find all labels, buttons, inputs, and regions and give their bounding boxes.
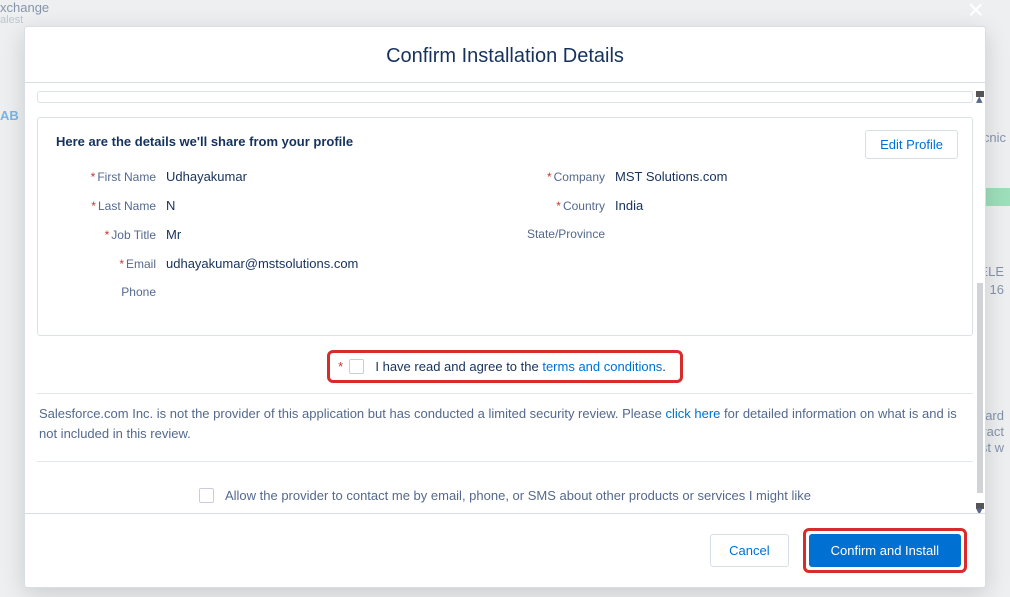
details-heading: Here are the details we'll share from yo…	[56, 134, 954, 149]
required-icon: *	[338, 359, 343, 374]
terms-text-prefix: I have read and agree to the	[375, 359, 542, 374]
value-job-title: Mr	[166, 227, 181, 242]
modal-title: Confirm Installation Details	[25, 45, 985, 68]
close-icon[interactable]: ×	[968, 0, 984, 26]
divider	[37, 461, 973, 462]
security-disclaimer: Salesforce.com Inc. is not the provider …	[37, 404, 973, 443]
field-last-name: *Last Name N	[56, 198, 505, 213]
field-state: State/Province	[505, 227, 954, 241]
scroll-down-icon[interactable]: ▾	[976, 503, 984, 509]
confirm-install-button[interactable]: Confirm and Install	[809, 534, 961, 567]
value-email: udhayakumar@mstsolutions.com	[166, 256, 358, 271]
terms-highlight-box: * I have read and agree to the terms and…	[327, 350, 683, 383]
profile-details-card: Here are the details we'll share from yo…	[37, 117, 973, 336]
value-company: MST Solutions.com	[615, 169, 727, 184]
edit-profile-button[interactable]: Edit Profile	[865, 130, 958, 159]
terms-row: * I have read and agree to the terms and…	[37, 350, 973, 383]
terms-link[interactable]: terms and conditions	[542, 359, 662, 374]
field-first-name: *First Name Udhayakumar	[56, 169, 505, 184]
allow-contact-row: Allow the provider to contact me by emai…	[37, 488, 973, 503]
confirm-highlight-box: Confirm and Install	[803, 528, 967, 573]
field-job-title: *Job Title Mr	[56, 227, 505, 242]
field-company: *Company MST Solutions.com	[505, 169, 954, 184]
field-country: *Country India	[505, 198, 954, 213]
allow-contact-text: Allow the provider to contact me by emai…	[225, 488, 811, 503]
divider	[37, 393, 973, 394]
cancel-button[interactable]: Cancel	[710, 534, 788, 567]
click-here-link[interactable]: click here	[666, 406, 721, 421]
terms-text-suffix: .	[662, 359, 666, 374]
previous-card-edge	[37, 91, 973, 103]
field-email: *Email udhayakumar@mstsolutions.com	[56, 256, 505, 271]
value-first-name: Udhayakumar	[166, 169, 247, 184]
field-phone: Phone	[56, 285, 505, 299]
scrollbar[interactable]	[977, 283, 983, 493]
modal-body: ▴ Here are the details we'll share from …	[25, 83, 985, 513]
modal-header: Confirm Installation Details	[25, 27, 985, 83]
modal-footer: Cancel Confirm and Install	[25, 513, 985, 587]
details-col-left: *First Name Udhayakumar *Last Name N *Jo…	[56, 163, 505, 313]
install-modal: Confirm Installation Details ▴ Here are …	[24, 26, 986, 588]
value-country: India	[615, 198, 643, 213]
details-col-right: *Company MST Solutions.com *Country Indi…	[505, 163, 954, 313]
value-last-name: N	[166, 198, 175, 213]
scroll-up-icon[interactable]: ▴	[976, 91, 984, 97]
allow-contact-checkbox[interactable]	[199, 488, 214, 503]
terms-checkbox[interactable]	[349, 359, 364, 374]
